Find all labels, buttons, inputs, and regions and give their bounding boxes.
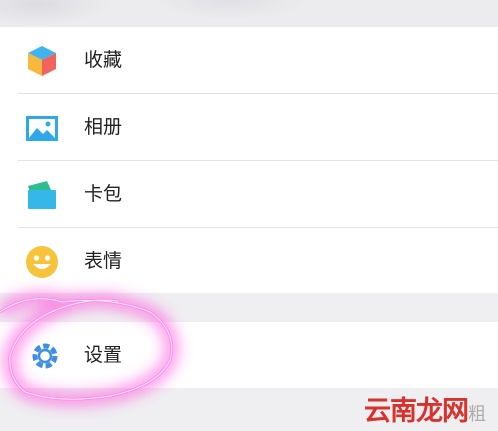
menu-item-settings[interactable]: 设置 — [0, 322, 498, 388]
smiley-icon — [25, 245, 59, 279]
settings-group: 设置 — [0, 322, 498, 388]
menu-item-album[interactable]: 相册 — [0, 94, 498, 160]
menu-item-label: 相册 — [84, 116, 123, 138]
menu-item-stickers[interactable]: 表情 — [0, 228, 498, 294]
cube-icon — [25, 44, 59, 78]
watermark-text: 云南龙网 — [364, 396, 469, 427]
menu-item-card-wallet[interactable]: 卡包 — [0, 161, 498, 227]
watermark-tail: 粗 — [468, 404, 486, 425]
menu-item-label: 卡包 — [84, 183, 123, 205]
menu-item-favorites[interactable]: 收藏 — [0, 27, 498, 93]
menu-item-label: 收藏 — [84, 49, 123, 71]
blurred-header-content — [150, 0, 310, 20]
menu-group: 收藏 相册 卡包 表情 — [0, 27, 498, 293]
menu-item-label: 表情 — [84, 250, 123, 272]
settings-label: 设置 — [84, 344, 123, 366]
gear-icon — [28, 339, 62, 373]
picture-icon — [25, 111, 59, 145]
top-strip — [0, 0, 498, 27]
card-wallet-icon — [25, 178, 59, 212]
watermark: 云南龙网粗 — [364, 389, 486, 428]
blurred-header-content — [0, 0, 110, 26]
